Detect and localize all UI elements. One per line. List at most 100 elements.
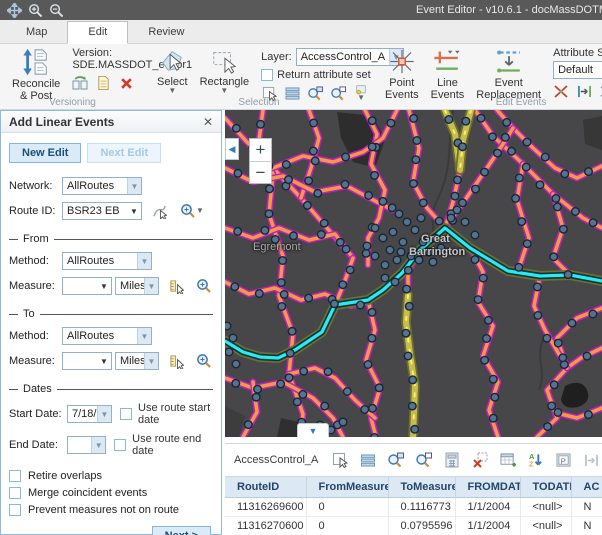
select-tool-icon xyxy=(158,48,186,74)
pick-measure-icon[interactable] xyxy=(168,353,184,369)
attribute-set-combobox[interactable]: Default ▼ xyxy=(553,61,602,79)
rectangle-dropdown-caret[interactable]: ▼ xyxy=(220,88,228,94)
new-version-icon[interactable] xyxy=(95,75,111,91)
pan-icon[interactable] xyxy=(6,2,23,18)
zoom-in-icon[interactable] xyxy=(27,2,44,18)
map-view[interactable]: ◀ + − ▼ EgremontGreatBarrington xyxy=(225,110,602,437)
column-header[interactable]: RouteID xyxy=(225,477,306,498)
map-zoom-in-button[interactable]: + xyxy=(250,139,271,161)
chevron-down-icon[interactable]: ▼ xyxy=(127,203,141,219)
tab-map[interactable]: Map xyxy=(6,22,67,43)
column-header[interactable]: TODATE xyxy=(520,477,571,498)
retire-overlaps-checkbox[interactable] xyxy=(9,470,21,482)
zoom-to-measure-icon[interactable] xyxy=(196,353,212,369)
chevron-down-icon[interactable]: ▼ xyxy=(127,178,141,194)
start-date-picker[interactable]: 7/18/ ▼ xyxy=(67,405,112,423)
table-cell: <null> xyxy=(520,498,571,517)
start-date-label: Start Date: xyxy=(9,408,67,420)
delete-version-icon[interactable] xyxy=(118,75,134,91)
tab-edit[interactable]: Edit xyxy=(67,21,128,44)
calculator-icon[interactable] xyxy=(443,452,460,469)
chevron-down-icon[interactable]: ▼ xyxy=(97,278,111,294)
table-cell: N xyxy=(571,517,602,535)
zoom-to-measure-icon[interactable] xyxy=(196,278,212,294)
column-header[interactable]: ToMeasure xyxy=(388,477,455,498)
table-row[interactable]: 1131626960000.11167731/1/2004<null>N xyxy=(225,498,602,517)
chevron-down-icon[interactable]: ▼ xyxy=(144,278,158,294)
chevron-down-icon[interactable]: ▼ xyxy=(144,353,158,369)
group-selection: Selection Select ▼ Rectangle ▼ Lay xyxy=(145,44,373,109)
return-attribute-label: Return attribute set xyxy=(277,69,371,81)
add-record-icon[interactable] xyxy=(499,452,516,469)
prevent-measures-checkbox[interactable] xyxy=(9,504,21,516)
collapse-panel-icon[interactable]: ◀ xyxy=(225,138,239,160)
event-editor-window: Event Editor - v10.6.1 - docMassDOTM Map… xyxy=(0,0,602,535)
attribute-set-label: Attribute Set: xyxy=(553,47,602,59)
map-zoom-out-button[interactable]: − xyxy=(250,161,271,183)
pan-to-selection-icon[interactable] xyxy=(415,452,432,469)
line-events-button[interactable]: Line Events xyxy=(427,47,469,102)
network-combobox[interactable]: AllRoutes ▼ xyxy=(62,177,142,195)
use-route-end-checkbox[interactable] xyxy=(114,439,126,451)
select-features-icon[interactable] xyxy=(331,452,348,469)
to-method-combobox[interactable]: AllRoutes ▼ xyxy=(62,327,152,345)
map-canvas[interactable] xyxy=(225,110,602,437)
table-cell: N xyxy=(571,498,602,517)
chevron-down-icon[interactable]: ▼ xyxy=(196,208,204,214)
chevron-down-icon[interactable]: ▼ xyxy=(137,328,151,344)
from-measure-combobox[interactable]: ▼ xyxy=(62,277,112,295)
end-date-label: End Date: xyxy=(9,439,67,451)
rectangle-select-button[interactable]: Rectangle ▼ xyxy=(196,47,254,95)
point-events-icon xyxy=(388,48,416,75)
clear-selection-icon[interactable] xyxy=(471,452,488,469)
show-selected-records-icon[interactable] xyxy=(359,452,376,469)
select-dropdown-caret[interactable]: ▼ xyxy=(168,88,176,94)
tab-review[interactable]: Review xyxy=(128,22,204,43)
route-id-label: Route ID: xyxy=(9,205,62,217)
select-button[interactable]: Select ▼ xyxy=(153,47,192,95)
point-events-button[interactable]: Point Events xyxy=(381,47,423,102)
route-id-combobox[interactable]: BSR23 EB ▼ xyxy=(62,202,142,220)
from-method-label: Method: xyxy=(9,255,62,267)
split-record-icon[interactable] xyxy=(583,452,600,469)
pick-measure-icon[interactable] xyxy=(168,278,184,294)
merge-coincident-checkbox[interactable] xyxy=(9,487,21,499)
zoom-out-icon[interactable] xyxy=(48,2,65,18)
select-route-on-map-icon[interactable] xyxy=(151,203,167,219)
group-label-selection: Selection xyxy=(145,97,373,108)
table-row[interactable]: 1131627060000.07955961/1/2004<null>N xyxy=(225,517,602,535)
zoom-to-selection-icon[interactable] xyxy=(387,452,404,469)
conflicts-icon[interactable] xyxy=(72,75,88,91)
chevron-down-icon[interactable]: ▼ xyxy=(91,437,105,453)
dates-section-divider: Dates xyxy=(9,383,213,395)
from-units-combobox[interactable]: Miles ▼ xyxy=(115,277,159,295)
chevron-down-icon[interactable]: ▼ xyxy=(97,353,111,369)
column-header[interactable]: FromMeasure xyxy=(306,477,388,498)
column-header[interactable]: AC xyxy=(571,477,602,498)
to-units-combobox[interactable]: Miles ▼ xyxy=(115,352,159,370)
group-versioning: Versioning Reconcile & Post Version: SDE… xyxy=(0,44,145,109)
event-replacement-button[interactable]: Event Replacement xyxy=(472,47,545,102)
from-method-combobox[interactable]: AllRoutes ▼ xyxy=(62,252,152,270)
column-header[interactable]: FROMDATE xyxy=(455,477,520,498)
chevron-down-icon[interactable]: ▼ xyxy=(97,406,111,422)
attribute-set-icon[interactable]: P xyxy=(555,452,572,469)
app-title: Event Editor - v10.6.1 - docMassDOTM xyxy=(69,4,602,16)
sort-icon[interactable]: AZ xyxy=(527,452,544,469)
new-edit-button[interactable]: New Edit xyxy=(9,143,81,163)
use-route-start-checkbox[interactable] xyxy=(120,408,132,420)
chevron-down-icon[interactable]: ▼ xyxy=(137,253,151,269)
zoom-to-route-icon[interactable]: ▼ xyxy=(179,203,205,219)
retire-overlaps-label: Retire overlaps xyxy=(28,470,102,482)
reconcile-post-button[interactable]: Reconcile & Post xyxy=(8,47,64,103)
to-measure-combobox[interactable]: ▼ xyxy=(62,352,112,370)
attribute-table-toolbar: AccessControl_A AZ P Save xyxy=(225,443,602,477)
end-date-picker[interactable]: ▼ xyxy=(67,436,106,454)
next-button[interactable]: Next > xyxy=(152,526,211,535)
group-label-edit-events: Edit Events xyxy=(373,97,602,108)
next-edit-button[interactable]: Next Edit xyxy=(87,143,161,163)
close-icon[interactable]: ✕ xyxy=(203,115,213,129)
collapse-table-icon[interactable]: ▼ xyxy=(297,423,329,437)
panel-title: Add Linear Events xyxy=(9,115,203,129)
return-attribute-checkbox[interactable] xyxy=(261,69,273,81)
